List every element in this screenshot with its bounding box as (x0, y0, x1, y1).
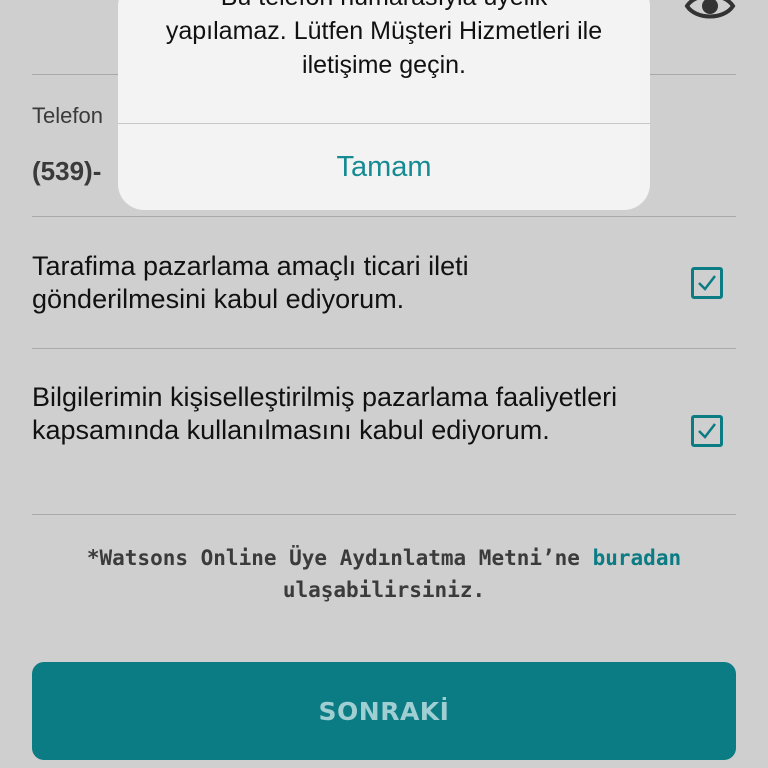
phone-field[interactable]: (539)- (32, 156, 101, 187)
registration-screen: Telefon (539)- Tarafima pazarlama amaçlı… (0, 0, 768, 768)
consent-marketing-checkbox[interactable] (691, 267, 723, 299)
divider (32, 348, 736, 349)
alert-dialog: Bu telefon numarasıyla üyelik yapılamaz.… (118, 0, 650, 210)
alert-message-line: yapılamaz. Lütfen Müşteri Hizmetleri ile (165, 17, 603, 45)
consent-personalization-checkbox[interactable] (691, 415, 723, 447)
privacy-note-text: *Watsons Online Üye Aydınlatma Metni’ne (86, 546, 580, 570)
privacy-note: *Watsons Online Üye Aydınlatma Metni’ne … (32, 542, 736, 606)
eye-icon[interactable] (684, 0, 736, 26)
phone-label: Telefon (32, 103, 103, 128)
alert-message-line: iletişime geçin. (302, 51, 466, 79)
next-button[interactable]: SONRAKİ (32, 662, 736, 760)
checkmark-icon (698, 275, 716, 291)
divider (32, 514, 736, 515)
alert-message-line: Bu telefon numarasıyla üyelik (118, 0, 650, 14)
privacy-link[interactable]: buradan (593, 546, 682, 570)
alert-ok-button[interactable]: Tamam (118, 124, 650, 210)
alert-message: Bu telefon numarasıyla üyelik yapılamaz.… (118, 0, 650, 82)
consent-personalization-text: Bilgilerimin kişiselleştirilmiş pazarlam… (32, 382, 618, 445)
privacy-note-suffix: ulaşabilirsiniz. (282, 578, 486, 602)
divider (32, 216, 736, 217)
checkmark-icon (698, 423, 716, 439)
consent-marketing-text: Tarafima pazarlama amaçlı ticari ileti g… (32, 251, 469, 314)
